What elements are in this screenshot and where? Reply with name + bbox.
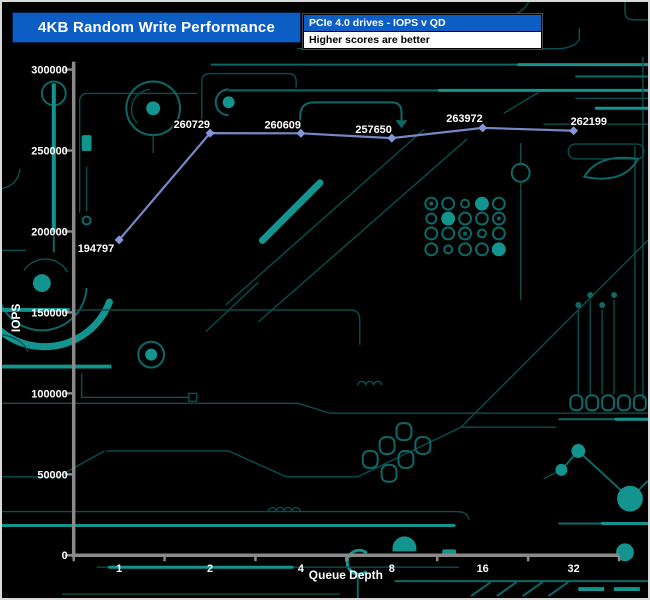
y-tick-label: 50000	[37, 469, 67, 481]
line-chart: 0 50000 100000 150000 200000 250000 300000 1 2 4 8…	[9, 61, 621, 582]
y-tick-label: 100000	[31, 388, 67, 400]
x-axis-title: Queue Depth	[309, 568, 383, 582]
x-tick-label: 16	[477, 563, 489, 575]
chart-canvas: 0 50000 100000 150000 200000 250000 300000 1 2 4 8…	[0, 0, 650, 600]
x-tick-label: 32	[568, 563, 580, 575]
chart-title-bar: 4KB Random Write Performance	[12, 12, 301, 43]
y-tick-label: 200000	[31, 226, 67, 238]
chart-title: 4KB Random Write Performance	[37, 19, 276, 36]
data-label: 263972	[446, 113, 482, 125]
x-tick-label: 2	[207, 563, 213, 575]
chart-note: Higher scores are better	[304, 32, 541, 48]
y-tick-label: 300000	[31, 65, 67, 77]
chart-subtitle: PCIe 4.0 drives - IOPS v QD	[304, 15, 541, 32]
series-line	[118, 126, 574, 241]
y-tick-label: 0	[62, 550, 68, 562]
x-tick-label: 1	[116, 563, 122, 575]
data-label: 260729	[174, 119, 210, 131]
data-label: 194797	[78, 243, 114, 255]
x-tick-label: 8	[389, 563, 395, 575]
chart-info-box: PCIe 4.0 drives - IOPS v QD Higher score…	[303, 14, 542, 49]
data-label: 260609	[265, 119, 301, 131]
data-label: 257650	[355, 124, 391, 136]
y-axis-title: IOPS	[9, 304, 23, 333]
y-tick-label: 250000	[31, 145, 67, 157]
y-tick-label: 150000	[31, 307, 67, 319]
x-tick-label: 4	[298, 563, 304, 575]
data-label: 262199	[571, 116, 607, 128]
